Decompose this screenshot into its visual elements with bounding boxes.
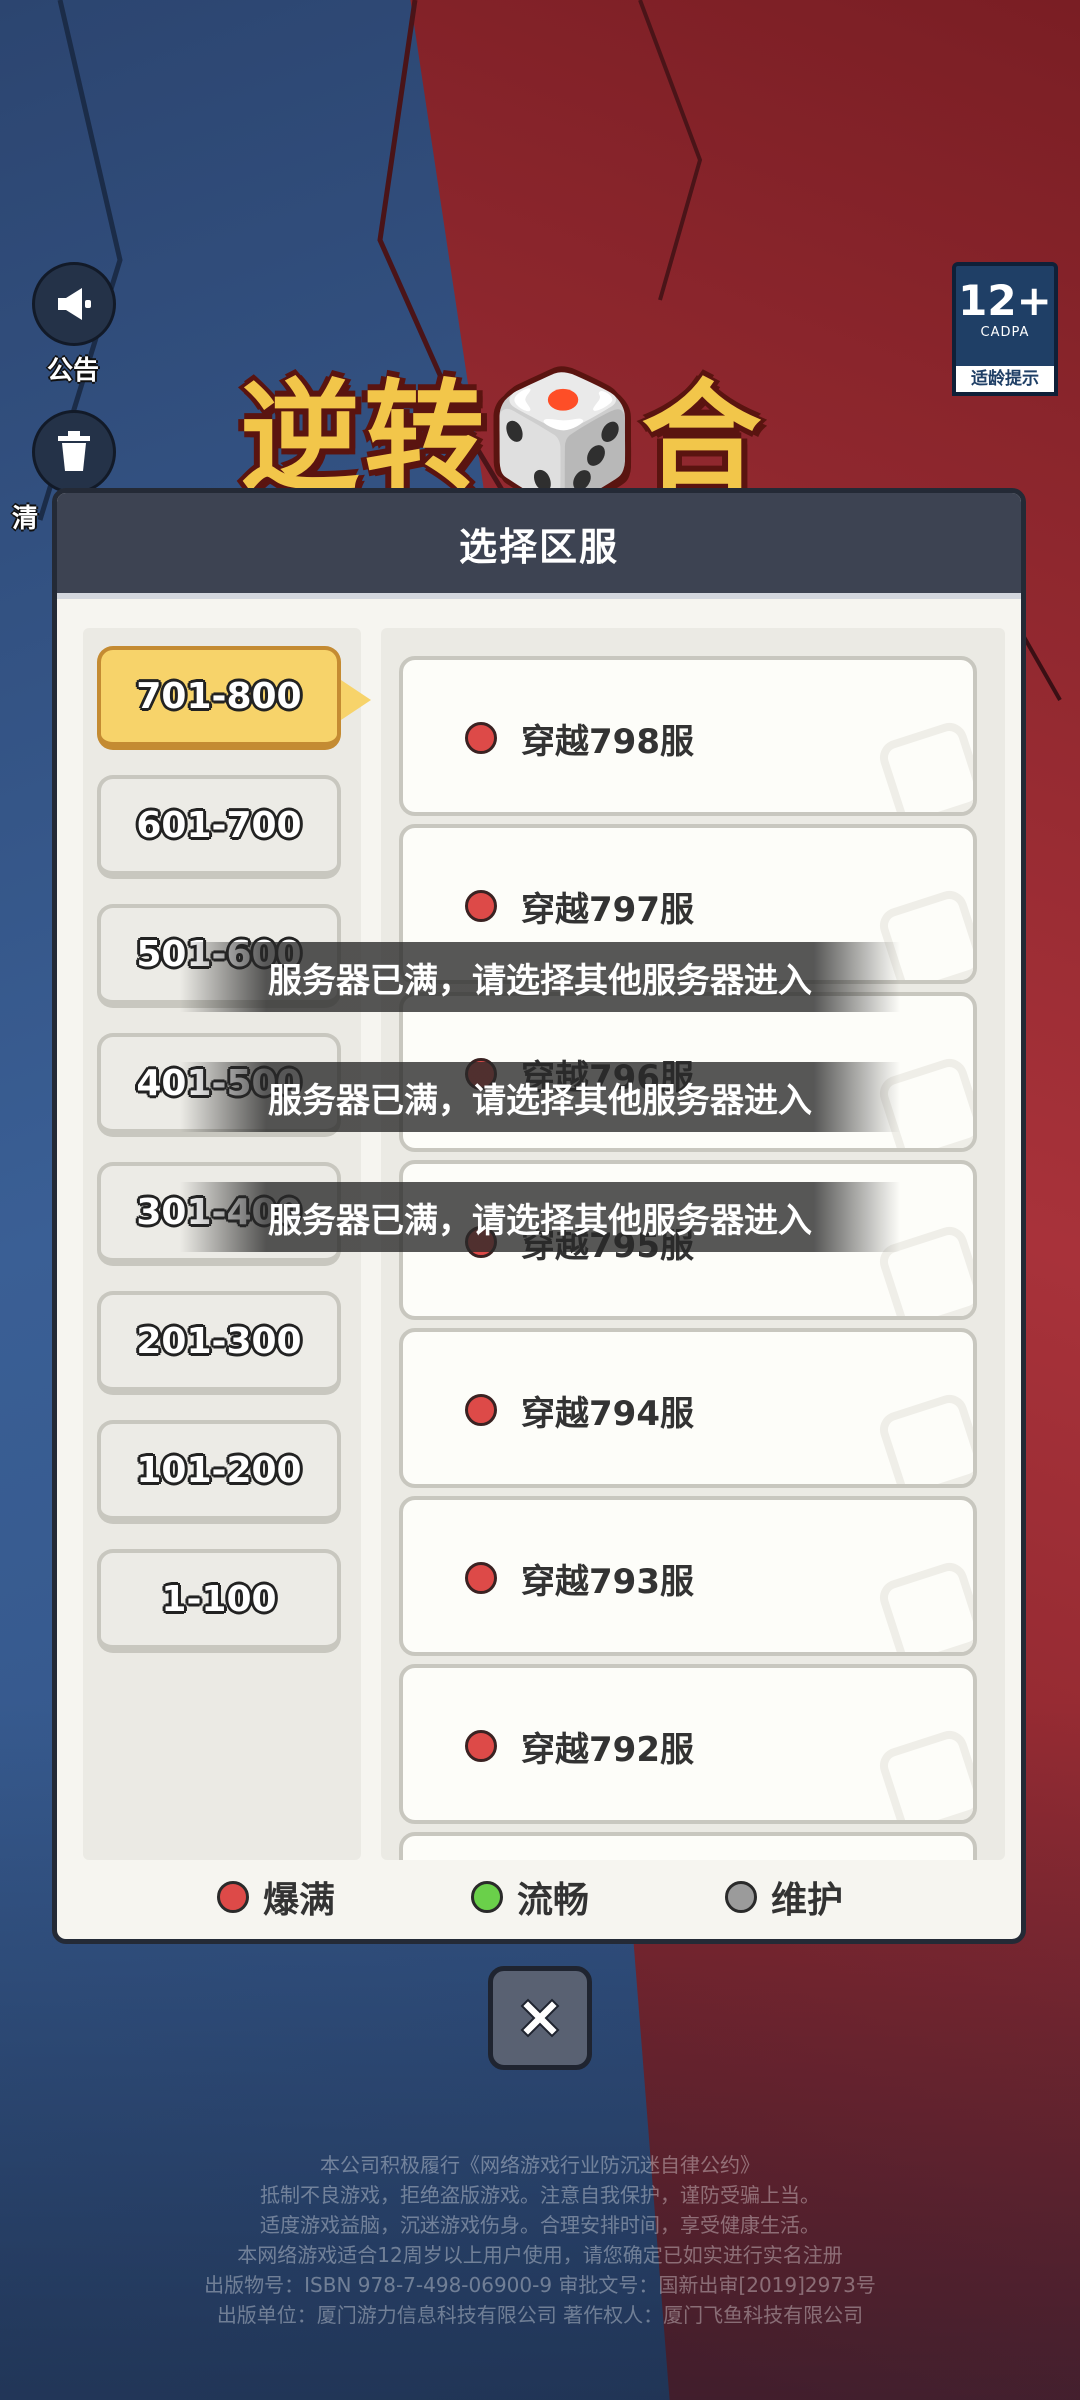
die-watermark-icon xyxy=(875,1558,973,1652)
server-name: 穿越793服 xyxy=(521,1562,694,1602)
toast-message: 服务器已满，请选择其他服务器进入 xyxy=(180,1182,900,1252)
notice-button[interactable]: 公告 xyxy=(32,262,116,387)
megaphone-icon xyxy=(32,262,116,346)
server-name: 穿越792服 xyxy=(521,1730,694,1770)
range-tab-label: 1-100 xyxy=(161,1578,277,1620)
legend-maintenance: 维护 xyxy=(725,1871,843,1923)
dialog-title: 选择区服 xyxy=(458,524,619,569)
legal-line: 抵制不良游戏，拒绝盗版游戏。注意自我保护，谨防受骗上当。 xyxy=(260,2183,820,2207)
legal-line: 本公司积极履行《网络游戏行业防沉迷自律公约》 xyxy=(320,2153,760,2177)
legal-notice: 本公司积极履行《网络游戏行业防沉迷自律公约》 抵制不良游戏，拒绝盗版游戏。注意自… xyxy=(0,2150,1080,2330)
range-tab-701-800[interactable]: 701-800 xyxy=(97,646,371,750)
status-dot-full xyxy=(465,1730,497,1762)
age-rating-number: 12+ xyxy=(958,276,1052,325)
server-item-792[interactable]: 穿越792服 xyxy=(399,1664,977,1824)
range-tab-label: 201-300 xyxy=(136,1320,302,1362)
notice-label: 公告 xyxy=(46,356,99,386)
server-item-partial[interactable] xyxy=(399,1832,977,1860)
server-name: 穿越794服 xyxy=(521,1394,694,1434)
age-rating-org: CADPA xyxy=(980,325,1030,340)
close-icon xyxy=(520,1998,560,2038)
legend-dot-smooth xyxy=(471,1881,503,1913)
range-tab-201-300[interactable]: 201-300 xyxy=(97,1291,341,1395)
server-name: 穿越798服 xyxy=(521,722,694,762)
server-name: 穿越797服 xyxy=(521,890,694,930)
status-dot-full xyxy=(465,1394,497,1426)
status-dot-full xyxy=(465,722,497,754)
dialog-header: 选择区服 xyxy=(57,493,1021,599)
legal-line: 适度游戏益脑，沉迷游戏伤身。合理安排时间，享受健康生活。 xyxy=(260,2213,820,2237)
server-item-793[interactable]: 穿越793服 xyxy=(399,1496,977,1656)
range-tab-label: 701-800 xyxy=(136,675,302,717)
range-tab-101-200[interactable]: 101-200 xyxy=(97,1420,341,1524)
legend-dot-maintenance xyxy=(725,1881,757,1913)
age-rating-tip: 适龄提示 xyxy=(952,366,1058,396)
legal-line: 出版单位：厦门游力信息科技有限公司 著作权人：厦门飞鱼科技有限公司 xyxy=(216,2303,864,2327)
range-tab-label: 101-200 xyxy=(136,1449,302,1491)
server-item-798[interactable]: 穿越798服 xyxy=(399,656,977,816)
legend-smooth: 流畅 xyxy=(471,1871,589,1923)
status-dot-full xyxy=(465,890,497,922)
legend-label: 爆满 xyxy=(263,1880,336,1921)
legal-line: 出版物号：ISBN 978-7-498-06900-9 审批文号：国新出审[20… xyxy=(204,2273,876,2297)
age-rating-badge: 12+ CADPA 适龄提示 xyxy=(952,262,1058,396)
status-dot-full xyxy=(465,1562,497,1594)
toast-text: 服务器已满，请选择其他服务器进入 xyxy=(268,960,812,1001)
legend-dot-full xyxy=(217,1881,249,1913)
toast-message: 服务器已满，请选择其他服务器进入 xyxy=(180,942,900,1012)
trash-icon xyxy=(32,410,116,494)
legend-label: 维护 xyxy=(771,1880,844,1921)
toast-text: 服务器已满，请选择其他服务器进入 xyxy=(268,1080,812,1121)
legend-label: 流畅 xyxy=(517,1880,590,1921)
die-watermark-icon xyxy=(875,1390,973,1484)
die-watermark-icon xyxy=(875,718,973,812)
range-tab-label: 601-700 xyxy=(136,804,302,846)
status-legend: 爆满 流畅 维护 xyxy=(57,1871,1021,1927)
die-watermark-icon xyxy=(875,1726,973,1820)
range-tab-601-700[interactable]: 601-700 xyxy=(97,775,341,879)
legend-full: 爆满 xyxy=(217,1871,335,1923)
legal-line: 本网络游戏适合12周岁以上用户使用，请您确定已如实进行实名注册 xyxy=(237,2243,843,2267)
toast-text: 服务器已满，请选择其他服务器进入 xyxy=(268,1200,812,1241)
range-tab-1-100[interactable]: 1-100 xyxy=(97,1549,341,1653)
close-button[interactable] xyxy=(488,1966,592,2070)
server-item-794[interactable]: 穿越794服 xyxy=(399,1328,977,1488)
toast-message: 服务器已满，请选择其他服务器进入 xyxy=(180,1062,900,1132)
game-logo: 逆转🎲合 xyxy=(240,330,840,508)
